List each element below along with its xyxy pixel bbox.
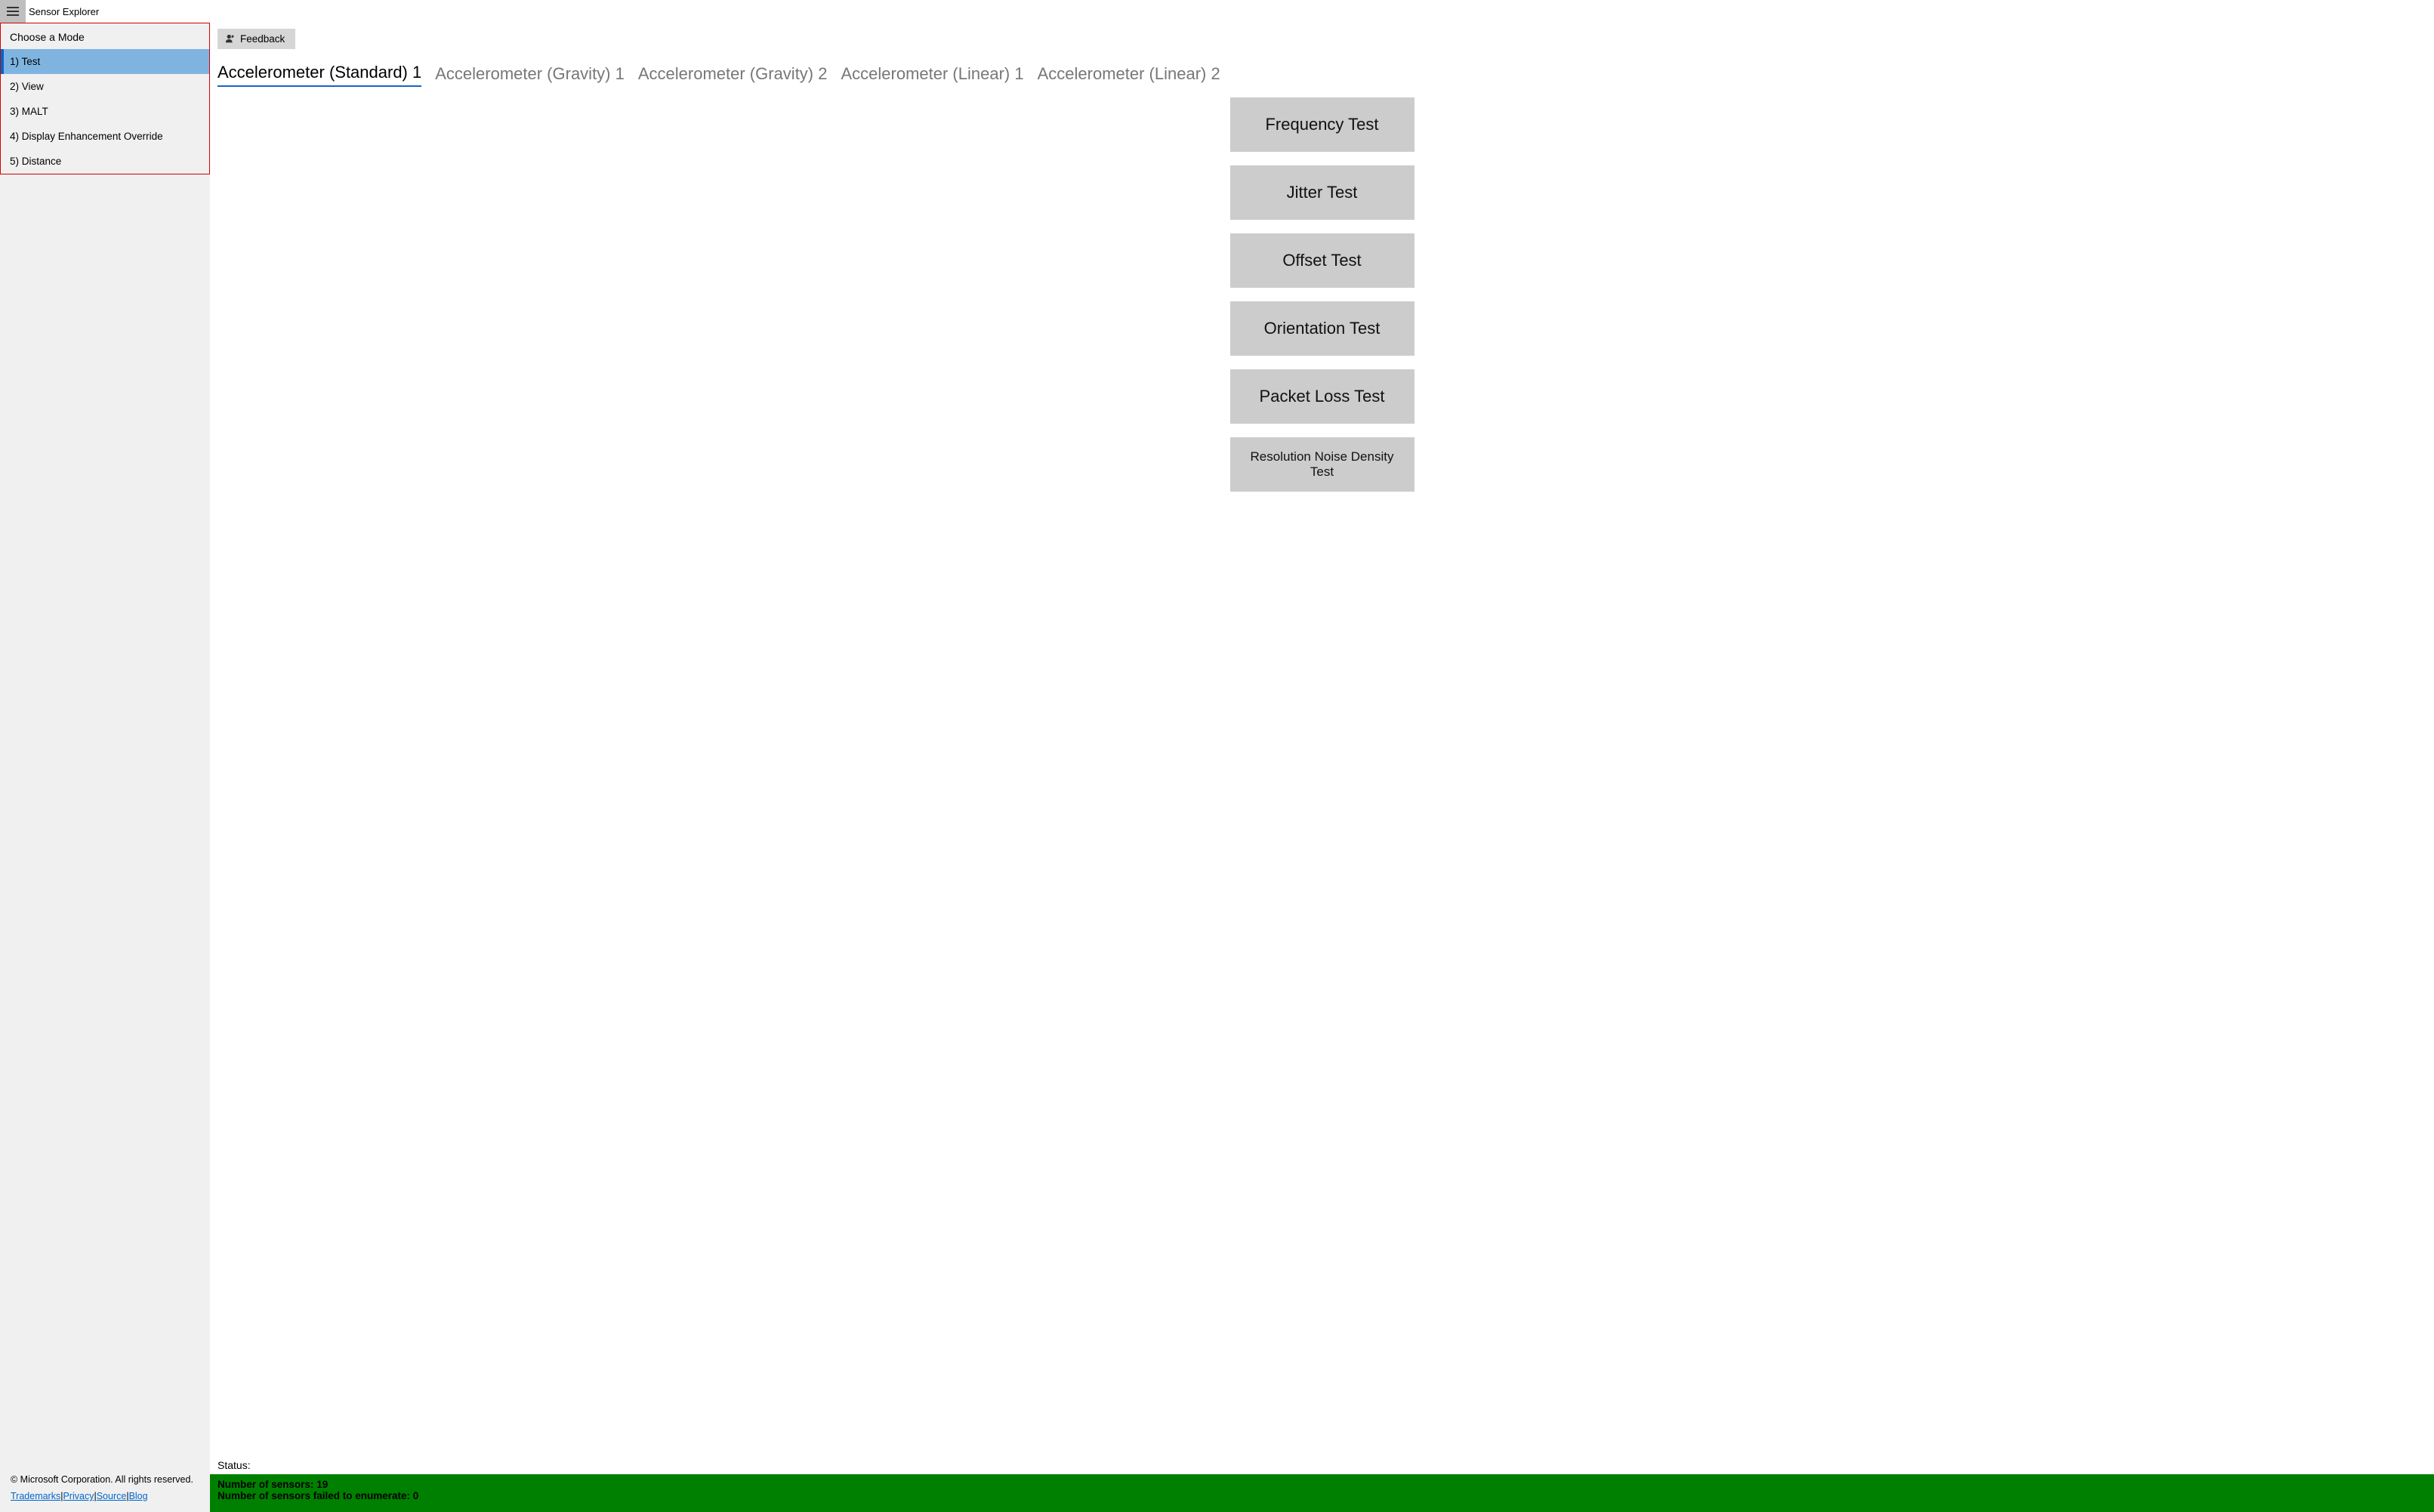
sidebar: Choose a Mode 1) Test 2) View 3) MALT 4)…	[0, 23, 210, 1512]
feedback-row: Feedback	[210, 23, 2434, 49]
sidebar-footer: © Microsoft Corporation. All rights rese…	[0, 1467, 210, 1512]
mode-panel: Choose a Mode 1) Test 2) View 3) MALT 4)…	[0, 23, 210, 174]
feedback-label: Feedback	[240, 33, 285, 45]
sensor-tabs: Accelerometer (Standard) 1 Accelerometer…	[210, 49, 2434, 87]
hamburger-icon	[7, 7, 19, 16]
orientation-test-button[interactable]: Orientation Test	[1230, 301, 1414, 356]
test-buttons-area: Frequency Test Jitter Test Offset Test O…	[210, 87, 2434, 1455]
main-layout: Choose a Mode 1) Test 2) View 3) MALT 4)…	[0, 23, 2434, 1512]
mode-panel-title: Choose a Mode	[1, 23, 209, 49]
feedback-button[interactable]: Feedback	[217, 29, 295, 49]
mode-item-view[interactable]: 2) View	[1, 74, 209, 99]
mode-item-malt[interactable]: 3) MALT	[1, 99, 209, 124]
app-title: Sensor Explorer	[29, 6, 99, 17]
mode-item-test[interactable]: 1) Test	[1, 49, 209, 74]
copyright-text: © Microsoft Corporation. All rights rese…	[11, 1474, 199, 1485]
status-label: Status:	[210, 1455, 2434, 1474]
hamburger-button[interactable]	[0, 0, 26, 23]
link-privacy[interactable]: Privacy	[63, 1491, 94, 1501]
tab-accelerometer-gravity-2[interactable]: Accelerometer (Gravity) 2	[638, 64, 828, 87]
frequency-test-button[interactable]: Frequency Test	[1230, 97, 1414, 152]
link-source[interactable]: Source	[97, 1491, 127, 1501]
title-bar: Sensor Explorer	[0, 0, 2434, 23]
packet-loss-test-button[interactable]: Packet Loss Test	[1230, 369, 1414, 424]
mode-item-display-enhancement[interactable]: 4) Display Enhancement Override	[1, 124, 209, 149]
offset-test-button[interactable]: Offset Test	[1230, 233, 1414, 288]
status-sensors-failed: Number of sensors failed to enumerate: 0	[217, 1490, 2426, 1501]
tab-accelerometer-gravity-1[interactable]: Accelerometer (Gravity) 1	[435, 64, 625, 87]
footer-links: Trademarks|Privacy|Source|Blog	[11, 1491, 199, 1501]
link-blog[interactable]: Blog	[129, 1491, 148, 1501]
resolution-noise-density-test-button[interactable]: Resolution Noise Density Test	[1230, 437, 1414, 492]
tab-accelerometer-linear-2[interactable]: Accelerometer (Linear) 2	[1038, 64, 1220, 87]
tab-accelerometer-linear-1[interactable]: Accelerometer (Linear) 1	[841, 64, 1023, 87]
feedback-icon	[225, 34, 236, 45]
content-area: Feedback Accelerometer (Standard) 1 Acce…	[210, 23, 2434, 1512]
status-sensors-count: Number of sensors: 19	[217, 1479, 2426, 1490]
tab-accelerometer-standard-1[interactable]: Accelerometer (Standard) 1	[217, 63, 421, 87]
jitter-test-button[interactable]: Jitter Test	[1230, 165, 1414, 220]
mode-item-distance[interactable]: 5) Distance	[1, 149, 209, 174]
link-trademarks[interactable]: Trademarks	[11, 1491, 60, 1501]
status-bar: Number of sensors: 19 Number of sensors …	[210, 1474, 2434, 1512]
